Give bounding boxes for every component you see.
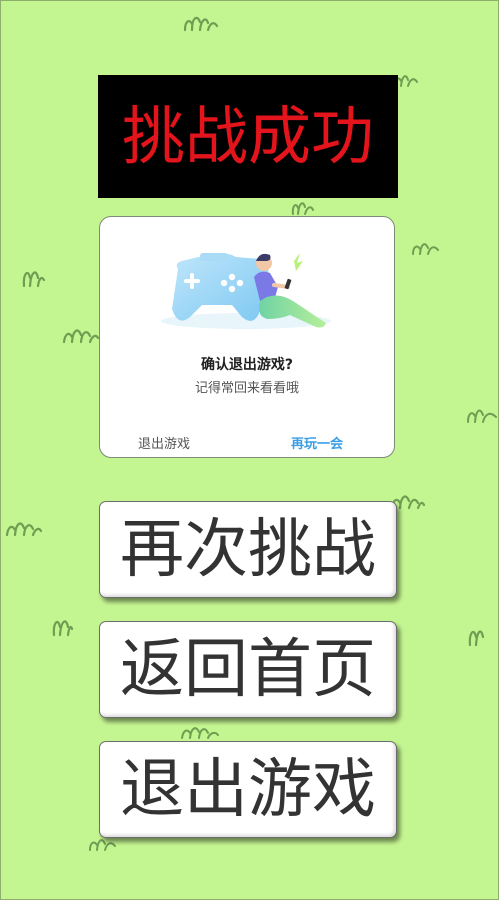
exit-confirm-dialog: 确认退出游戏? 记得常回来看看哦 退出游戏 再玩一会 (99, 216, 395, 458)
grass-tuft-icon (20, 262, 46, 288)
retry-button[interactable]: 再次挑战 (99, 501, 397, 598)
dialog-title: 确认退出游戏? (200, 357, 294, 373)
grass-tuft-icon (62, 322, 100, 344)
home-button[interactable]: 返回首页 (99, 621, 397, 718)
grass-tuft-icon (180, 720, 220, 740)
gamepad-with-person-illustration (161, 253, 331, 329)
quit-button-label: 退出游戏 (120, 752, 376, 827)
grass-tuft-icon (50, 611, 74, 637)
grass-tuft-icon (290, 196, 316, 216)
quit-button[interactable]: 退出游戏 (99, 741, 397, 838)
success-title: 挑战成功 (122, 100, 374, 173)
grass-tuft-icon (5, 515, 43, 537)
dialog-subtitle: 记得常回来看看哦 (194, 381, 299, 396)
grass-tuft-icon (183, 10, 219, 32)
retry-button-label: 再次挑战 (120, 512, 376, 587)
grass-tuft-icon (411, 236, 441, 256)
dialog-exit-button[interactable]: 退出游戏 (138, 433, 190, 452)
dialog-replay-button[interactable]: 再玩一会 (291, 433, 343, 452)
success-banner: 挑战成功 (98, 75, 398, 198)
grass-tuft-icon (466, 402, 498, 424)
grass-tuft-icon (466, 621, 488, 647)
home-button-label: 返回首页 (120, 632, 376, 707)
